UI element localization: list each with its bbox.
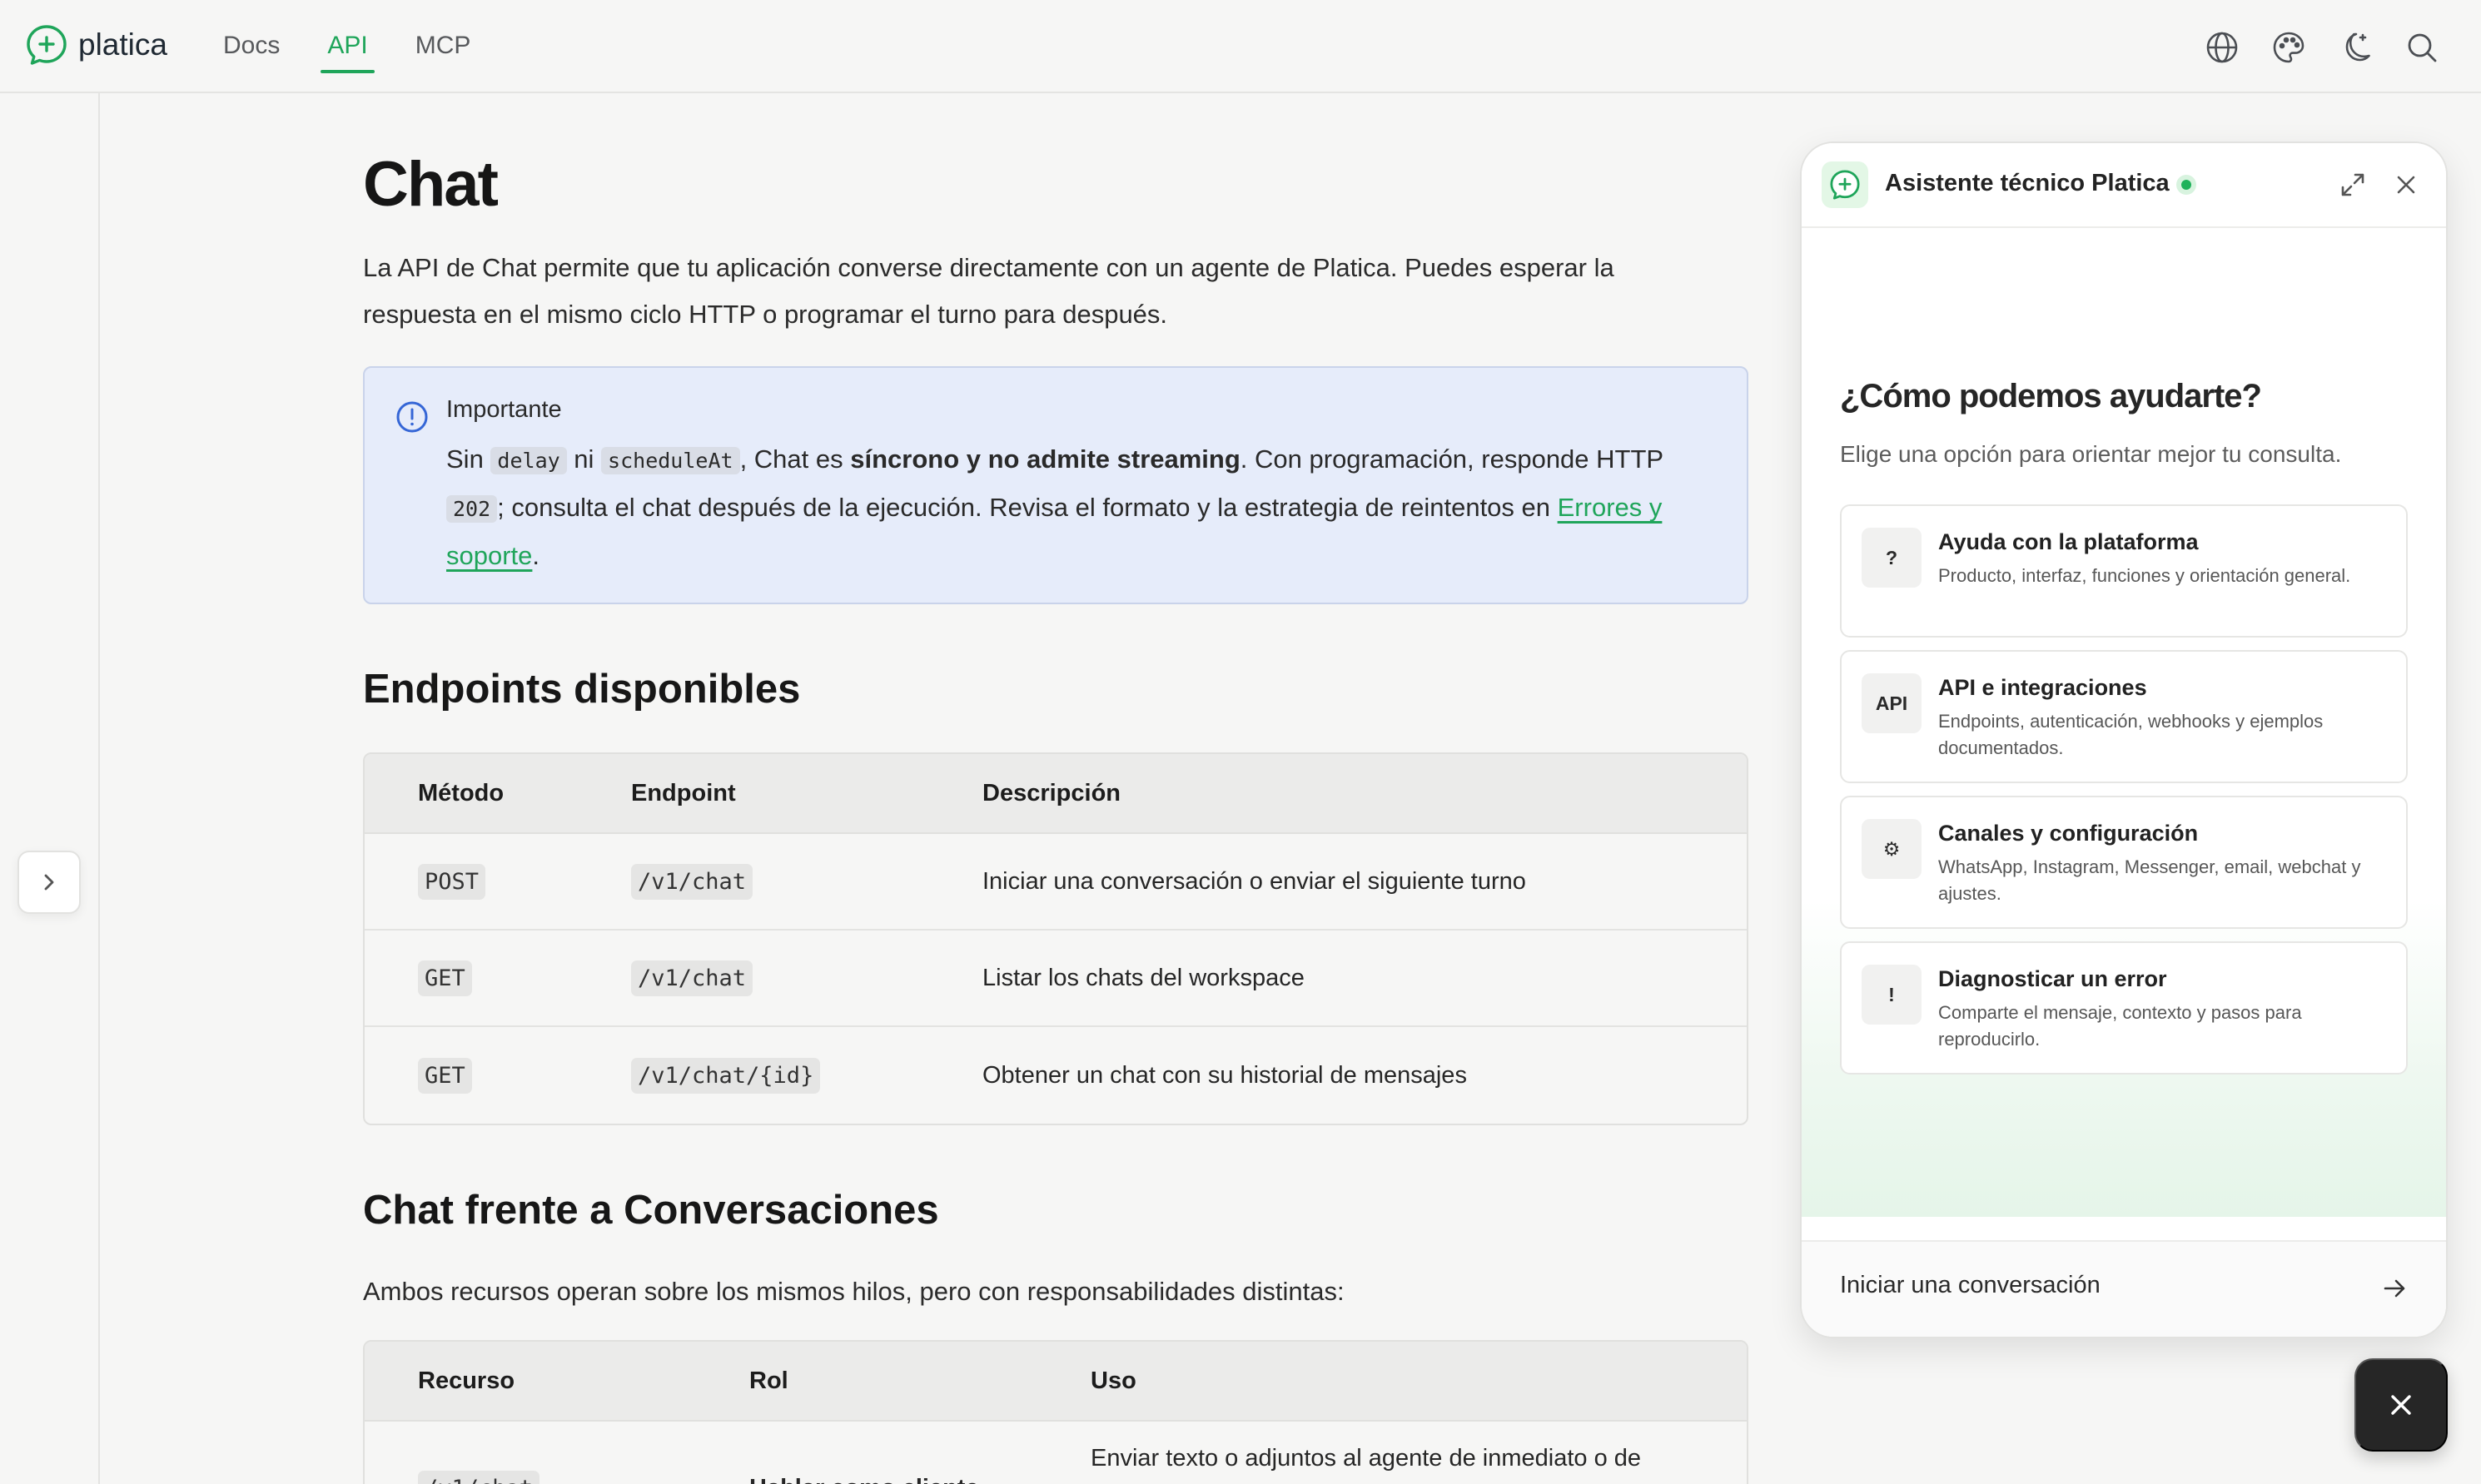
table-row: /v1/chat Hablar como cliente Enviar text… xyxy=(365,1422,1747,1484)
compare-intro: Ambos recursos operan sobre los mismos h… xyxy=(363,1277,1345,1306)
table-row: GET /v1/chat Listar los chats del worksp… xyxy=(365,931,1747,1027)
assistant-panel: Asistente técnico Platica ¿Cómo podemos … xyxy=(1800,141,2448,1338)
resource-path: /v1/chat xyxy=(418,1470,540,1484)
callout-bold: síncrono y no admite streaming xyxy=(850,444,1240,474)
endpoint-description: Iniciar una conversación o enviar el sig… xyxy=(982,867,1526,895)
col-role: Rol xyxy=(749,1367,788,1394)
callout-body: Sin delay ni scheduleAt, Chat es síncron… xyxy=(446,444,1663,570)
sidebar-rail xyxy=(0,93,100,1484)
option-channels-config[interactable]: ⚙ Canales y configuración WhatsApp, Inst… xyxy=(1840,796,2408,929)
online-status-indicator xyxy=(2176,175,2196,195)
page-title: Chat xyxy=(363,149,499,220)
close-icon xyxy=(2391,1395,2411,1415)
option-title: Canales y configuración xyxy=(1938,821,2199,846)
expand-sidebar-button[interactable] xyxy=(17,851,81,914)
option-title: Ayuda con la plataforma xyxy=(1938,529,2199,554)
assistant-header: Asistente técnico Platica xyxy=(1802,143,2446,228)
assistant-logo-icon xyxy=(1822,161,1868,208)
compare-table: Recurso Rol Uso /v1/chat Hablar como cli… xyxy=(363,1340,1748,1484)
moon-icon[interactable] xyxy=(2338,30,2373,65)
question-icon: ? xyxy=(1862,528,1922,588)
endpoints-table: Método Endpoint Descripción POST /v1/cha… xyxy=(363,752,1748,1125)
table-row: POST /v1/chat Iniciar una conversación o… xyxy=(365,834,1747,931)
col-resource: Recurso xyxy=(418,1367,515,1394)
col-description: Descripción xyxy=(982,779,1121,807)
endpoint-path: /v1/chat xyxy=(631,960,753,996)
arrow-right-icon xyxy=(2384,1279,2405,1298)
col-usage: Uso xyxy=(1091,1367,1136,1394)
start-conversation-label: Iniciar una conversación xyxy=(1840,1272,2101,1298)
nav-mcp[interactable]: MCP xyxy=(415,0,471,93)
endpoints-heading: Endpoints disponibles xyxy=(363,667,801,712)
gear-icon: ⚙ xyxy=(1862,819,1922,879)
main-nav: Docs API MCP xyxy=(223,0,518,93)
start-conversation-button[interactable]: Iniciar una conversación xyxy=(1802,1240,2446,1337)
nav-api[interactable]: API xyxy=(321,0,375,93)
table-header: Recurso Rol Uso xyxy=(365,1342,1747,1422)
resource-role: Hablar como cliente xyxy=(749,1422,979,1484)
top-icons xyxy=(2173,30,2439,65)
method-badge: GET xyxy=(418,1057,472,1094)
option-title: API e integraciones xyxy=(1938,675,2147,700)
option-description: Producto, interfaz, funciones y orientac… xyxy=(1938,565,2351,586)
method-badge: GET xyxy=(418,960,472,996)
resource-usage: Enviar texto o adjuntos al agente de inm… xyxy=(1091,1445,1642,1472)
api-icon: API xyxy=(1862,673,1922,733)
endpoint-path: /v1/chat/{id} xyxy=(631,1057,821,1094)
option-title: Diagnosticar un error xyxy=(1938,966,2167,991)
table-header: Método Endpoint Descripción xyxy=(365,754,1747,834)
option-diagnose-error[interactable]: ! Diagnosticar un error Comparte el mens… xyxy=(1840,941,2408,1075)
expand-icon[interactable] xyxy=(2336,168,2369,201)
assistant-body: ¿Cómo podemos ayudarte? Elige una opción… xyxy=(1802,230,2446,1217)
code-scheduleat: scheduleAt xyxy=(601,447,740,474)
close-assistant-button[interactable] xyxy=(2354,1358,2448,1452)
globe-icon[interactable] xyxy=(2205,30,2240,65)
important-callout: Importante Sin delay ni scheduleAt, Chat… xyxy=(363,366,1748,604)
col-endpoint: Endpoint xyxy=(631,779,736,807)
col-method: Método xyxy=(418,779,505,807)
table-row: GET /v1/chat/{id} Obtener un chat con su… xyxy=(365,1027,1747,1124)
callout-title: Importante xyxy=(446,396,562,423)
chevron-right-icon xyxy=(44,874,54,891)
compare-heading: Chat frente a Conversaciones xyxy=(363,1188,939,1233)
option-description: Endpoints, autenticación, webhooks y eje… xyxy=(1938,711,2324,758)
endpoint-description: Listar los chats del workspace xyxy=(982,964,1305,991)
palette-icon[interactable] xyxy=(2271,30,2306,65)
option-description: WhatsApp, Instagram, Messenger, email, w… xyxy=(1938,856,2361,904)
nav-docs[interactable]: Docs xyxy=(223,0,280,93)
code-202: 202 xyxy=(446,495,498,523)
endpoint-description: Obtener un chat con su historial de mens… xyxy=(982,1061,1467,1089)
assistant-heading: ¿Cómo podemos ayudarte? xyxy=(1840,378,2262,414)
brand-link[interactable]: platica xyxy=(25,23,167,67)
option-description: Comparte el mensaje, contexto y pasos pa… xyxy=(1938,1002,2302,1050)
method-badge: POST xyxy=(418,863,486,900)
brand-name: platica xyxy=(78,27,167,62)
code-delay: delay xyxy=(490,447,567,474)
endpoint-path: /v1/chat xyxy=(631,863,753,900)
assistant-subtitle: Elige una opción para orientar mejor tu … xyxy=(1840,441,2342,467)
platica-logo-icon xyxy=(27,25,67,65)
close-icon[interactable] xyxy=(2389,168,2423,201)
option-platform-help[interactable]: ? Ayuda con la plataforma Producto, inte… xyxy=(1840,504,2408,638)
assistant-title: Asistente técnico Platica xyxy=(1885,170,2170,196)
intro-paragraph: La API de Chat permite que tu aplicación… xyxy=(363,253,1614,329)
top-bar: platica Docs API MCP xyxy=(0,0,2481,93)
option-api-integrations[interactable]: API API e integraciones Endpoints, auten… xyxy=(1840,650,2408,783)
info-alert-icon xyxy=(396,401,428,433)
exclamation-icon: ! xyxy=(1862,965,1922,1025)
search-icon[interactable] xyxy=(2404,30,2439,65)
